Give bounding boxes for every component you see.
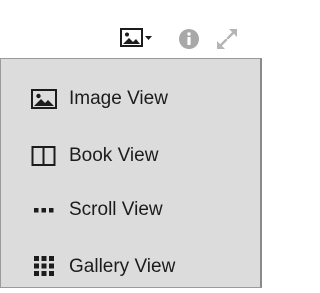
menu-item-label: Gallery View bbox=[69, 256, 176, 277]
info-button[interactable] bbox=[178, 28, 200, 50]
menu-item-book-view[interactable]: Book View bbox=[1, 130, 260, 182]
info-circle-icon bbox=[179, 29, 199, 49]
expand-icon bbox=[217, 29, 237, 49]
menu-item-label: Scroll View bbox=[69, 199, 163, 220]
image-icon bbox=[31, 86, 57, 112]
view-mode-menu: Image View Book View Scroll View Gallery… bbox=[0, 58, 262, 288]
menu-item-label: Image View bbox=[69, 88, 168, 109]
menu-item-gallery-view[interactable]: Gallery View bbox=[1, 241, 260, 293]
fullscreen-button[interactable] bbox=[214, 26, 240, 52]
menu-item-image-view[interactable]: Image View bbox=[1, 73, 260, 125]
grid-icon bbox=[31, 254, 57, 280]
menu-item-label: Book View bbox=[69, 145, 159, 166]
viewer-toolbar bbox=[0, 0, 264, 58]
ellipsis-icon bbox=[31, 197, 57, 223]
menu-item-scroll-view[interactable]: Scroll View bbox=[1, 184, 260, 236]
book-icon bbox=[31, 143, 57, 169]
view-mode-button[interactable] bbox=[120, 27, 154, 49]
image-view-icon bbox=[120, 28, 152, 47]
chevron-down-icon bbox=[145, 36, 152, 40]
